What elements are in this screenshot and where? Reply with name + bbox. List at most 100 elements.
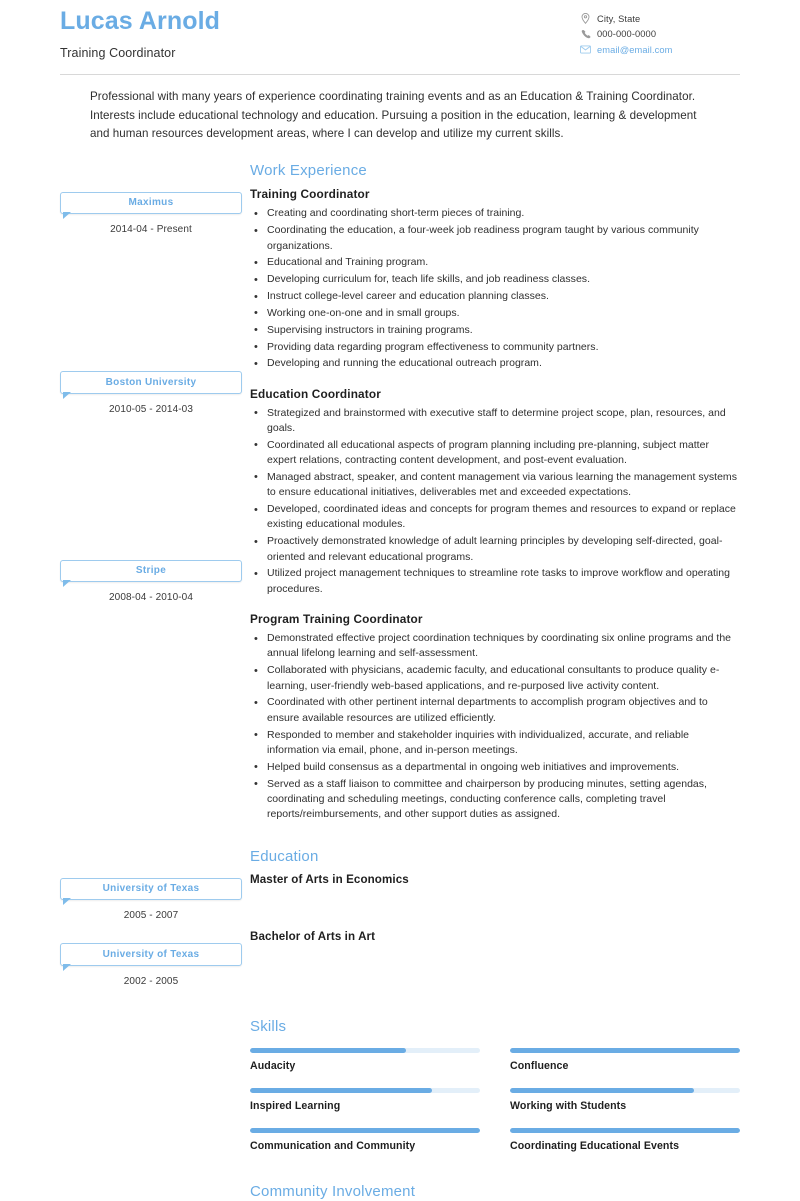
list-item: Providing data regarding program effecti… — [250, 339, 740, 355]
contact-phone: 000-000-0000 — [580, 29, 740, 40]
list-item: Managed abstract, speaker, and content m… — [250, 469, 740, 501]
job-title: Education Coordinator — [250, 386, 381, 401]
timeline-entry: Stripe 2008-04 - 2010-04 — [60, 559, 242, 604]
job-bullet-list: Creating and coordinating short-term pie… — [250, 206, 740, 372]
list-item: Collaborated with physicians, academic f… — [250, 663, 740, 694]
list-item: Demonstrated effective project coordinat… — [250, 631, 740, 662]
contact-email-text[interactable]: email@email.com — [597, 45, 673, 55]
job-entry: Education Coordinator Strategized and br… — [250, 387, 740, 597]
skill-progress-bar — [510, 1048, 740, 1054]
skill-progress-bar — [250, 1128, 480, 1134]
list-item: Instruct college-level career and educat… — [250, 289, 740, 305]
contact-list: City, State 000-000-0000 email@email.com — [580, 6, 740, 60]
work-experience-timeline: Maximus 2014-04 - Present Boston Univers… — [60, 163, 250, 825]
list-item: Coordinated all educational aspects of p… — [250, 437, 740, 469]
envelope-icon — [580, 44, 591, 55]
job-bullet-list: Demonstrated effective project coordinat… — [250, 631, 740, 822]
skills-grid: Audacity Confluence Inspired Learning Wo… — [250, 1048, 740, 1168]
school-badge: University of Texas — [60, 877, 242, 905]
company-dates: 2014-04 - Present — [110, 224, 192, 236]
education-timeline: University of Texas 2005 - 2007 Universi… — [60, 849, 250, 987]
header-identity: Lucas Arnold Training Coordinator — [60, 6, 220, 60]
skill-progress-bar — [510, 1088, 740, 1094]
contact-email[interactable]: email@email.com — [580, 44, 740, 55]
phone-icon — [580, 29, 591, 40]
skill-progress-bar — [250, 1088, 480, 1094]
contact-location-text: City, State — [597, 13, 641, 24]
timeline-entry: University of Texas 2002 - 2005 — [60, 943, 242, 987]
list-item: Helped build consensus as a departmental… — [250, 759, 740, 775]
list-item: Creating and coordinating short-term pie… — [250, 206, 740, 222]
skill-label: Working with Students — [510, 1100, 627, 1113]
list-item: Working one-on-one and in small groups. — [250, 305, 740, 321]
skill-label: Communication and Community — [250, 1140, 416, 1153]
timeline-entry: University of Texas 2005 - 2007 — [60, 877, 242, 922]
skill-item: Audacity — [250, 1048, 480, 1072]
skill-label: Inspired Learning — [250, 1100, 341, 1113]
skill-item: Communication and Community — [250, 1128, 480, 1152]
job-title: Program Training Coordinator — [250, 612, 423, 627]
summary-section: Professional with many years of experien… — [60, 74, 740, 144]
skills-spacer — [60, 1019, 250, 1201]
company-dates: 2008-04 - 2010-04 — [109, 592, 193, 604]
summary-text: Professional with many years of experien… — [90, 90, 697, 141]
page-title: Lucas Arnold — [60, 7, 221, 35]
header-job-title: Training Coordinator — [60, 46, 176, 61]
school-badge: University of Texas — [60, 943, 242, 970]
skill-progress-fill — [250, 1088, 432, 1094]
skill-item: Working with Students — [510, 1088, 740, 1112]
job-entry: Training Coordinator Creating and coordi… — [250, 187, 740, 372]
skill-progress-fill — [250, 1128, 480, 1134]
list-item: Served as a staff liaison to committee a… — [250, 776, 740, 823]
job-entry: Program Training Coordinator Demonstrate… — [250, 612, 740, 822]
company-badge: Maximus — [60, 191, 242, 219]
section-title-skills: Skills — [250, 1017, 287, 1035]
list-item: Responded to member and stakeholder inqu… — [250, 727, 740, 759]
degree-title: Master of Arts in Economics — [250, 873, 409, 887]
skill-progress-bar — [510, 1128, 740, 1134]
job-bullet-list: Strategized and brainstormed with execut… — [250, 405, 740, 597]
skill-label: Coordinating Educational Events — [510, 1140, 680, 1153]
timeline-entry: Boston University 2010-05 - 2014-03 — [60, 371, 242, 415]
resume-page: Lucas Arnold Training Coordinator City, … — [0, 0, 800, 1200]
skill-item: Confluence — [510, 1048, 740, 1072]
degree-title: Bachelor of Arts in Art — [250, 930, 376, 944]
list-item: Developed, coordinated ideas and concept… — [250, 502, 740, 533]
skill-item: Coordinating Educational Events — [510, 1128, 740, 1152]
skill-progress-bar — [250, 1048, 480, 1054]
resume-header: Lucas Arnold Training Coordinator City, … — [60, 0, 740, 74]
skill-progress-fill — [250, 1048, 407, 1054]
company-badge: Boston University — [60, 371, 242, 399]
work-experience-content: Work Experience Training Coordinator Cre… — [250, 161, 740, 825]
list-item: Developing and running the educational o… — [250, 356, 740, 372]
job-title: Training Coordinator — [250, 187, 370, 202]
work-experience-section: Maximus 2014-04 - Present Boston Univers… — [60, 161, 740, 825]
list-item: Strategized and brainstormed with execut… — [250, 405, 740, 437]
section-title-next: Community Involvement — [250, 1183, 416, 1201]
school-dates: 2002 - 2005 — [123, 975, 179, 987]
list-item: Proactively demonstrated knowledge of ad… — [250, 534, 740, 565]
skills-section: Skills Audacity Confluence Inspired Lear… — [60, 1017, 740, 1201]
skill-label: Confluence — [510, 1060, 569, 1073]
company-badge: Stripe — [60, 559, 242, 587]
list-item: Coordinating the education, a four-week … — [250, 223, 740, 254]
location-pin-icon — [580, 13, 591, 24]
list-item: Coordinated with other pertinent interna… — [250, 695, 740, 726]
education-content: Education Master of Arts in Economics Ba… — [250, 847, 740, 987]
section-title-work-experience: Work Experience — [250, 161, 367, 179]
contact-location: City, State — [580, 13, 740, 24]
school-dates: 2005 - 2007 — [123, 910, 179, 922]
timeline-entry: Maximus 2014-04 - Present — [60, 191, 242, 236]
skill-label: Audacity — [250, 1060, 296, 1073]
list-item: Utilized project management techniques t… — [250, 566, 740, 597]
skill-item: Inspired Learning — [250, 1088, 480, 1112]
skills-content: Skills Audacity Confluence Inspired Lear… — [250, 1017, 740, 1201]
list-item: Supervising instructors in training prog… — [250, 322, 740, 338]
skill-progress-fill — [510, 1088, 694, 1094]
company-dates: 2010-05 - 2014-03 — [109, 403, 193, 415]
list-item: Educational and Training program. — [250, 255, 740, 271]
section-title-education: Education — [250, 847, 319, 865]
contact-phone-text: 000-000-0000 — [597, 29, 657, 39]
skill-progress-fill — [510, 1048, 740, 1054]
list-item: Developing curriculum for, teach life sk… — [250, 272, 740, 288]
